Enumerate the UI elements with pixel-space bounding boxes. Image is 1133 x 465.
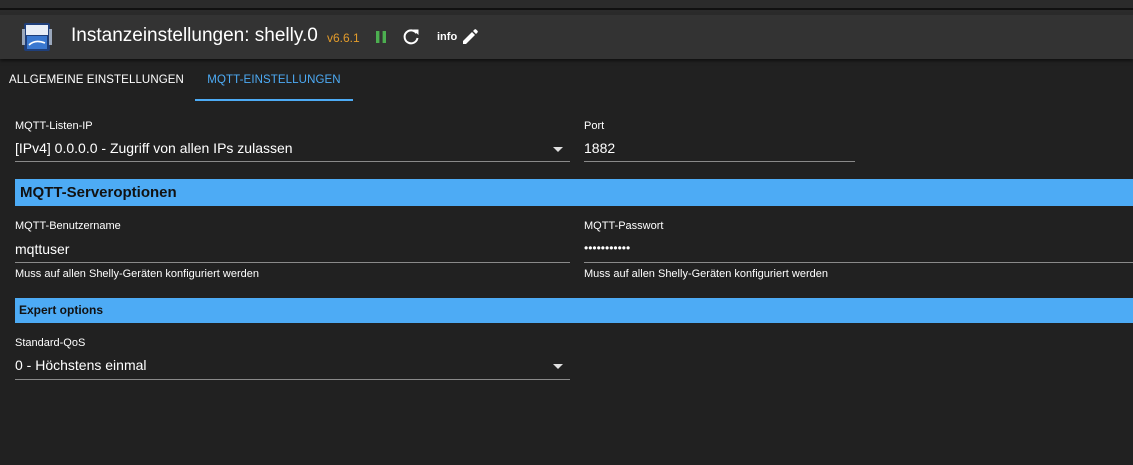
port-input[interactable]: 1882: [584, 140, 615, 156]
tab-general-settings[interactable]: ALLGEMEINE EINSTELLUNGEN: [0, 59, 193, 102]
active-tab-indicator: [195, 99, 353, 101]
top-strip-divider: [0, 8, 1133, 10]
qos-select[interactable]: 0 - Höchstens einmal: [15, 357, 147, 373]
info-link[interactable]: info: [437, 31, 457, 43]
section-header-expert-options: Expert options: [15, 298, 1133, 323]
listen-ip-underline: [15, 161, 570, 162]
password-label: MQTT-Passwort: [584, 220, 664, 232]
listen-ip-select[interactable]: [IPv4] 0.0.0.0 - Zugriff von allen IPs z…: [15, 140, 293, 156]
section-header-server-options: MQTT-Serveroptionen: [15, 179, 1133, 206]
page-title: Instanzeinstellungen: shelly.0: [71, 25, 318, 46]
chevron-down-icon[interactable]: [553, 364, 563, 369]
version-label: v6.6.1: [327, 31, 360, 45]
port-underline: [584, 161, 855, 162]
tab-bar: ALLGEMEINE EINSTELLUNGEN MQTT-EINSTELLUN…: [0, 59, 1133, 102]
username-underline: [15, 262, 570, 263]
username-helper-text: Muss auf allen Shelly-Geräten konfigurie…: [15, 268, 259, 280]
dialog-header: Instanzeinstellungen: shelly.0 v6.6.1 in…: [0, 15, 1133, 59]
pause-icon[interactable]: [370, 26, 392, 48]
password-input[interactable]: •••••••••••: [584, 241, 630, 255]
listen-ip-label: MQTT-Listen-IP: [15, 120, 93, 132]
username-input[interactable]: mqttuser: [15, 241, 69, 257]
password-underline: [584, 262, 1133, 263]
shelly-logo-icon: [22, 23, 52, 51]
tab-mqtt-settings[interactable]: MQTT-EINSTELLUNGEN: [195, 59, 353, 102]
chevron-down-icon[interactable]: [553, 147, 563, 152]
username-label: MQTT-Benutzername: [15, 220, 121, 232]
port-label: Port: [584, 120, 605, 132]
qos-label: Standard-QoS: [15, 337, 86, 349]
refresh-icon[interactable]: [400, 26, 422, 48]
qos-underline: [15, 379, 570, 380]
password-helper-text: Muss auf allen Shelly-Geräten konfigurie…: [584, 268, 828, 280]
edit-pencil-icon[interactable]: [459, 26, 481, 48]
